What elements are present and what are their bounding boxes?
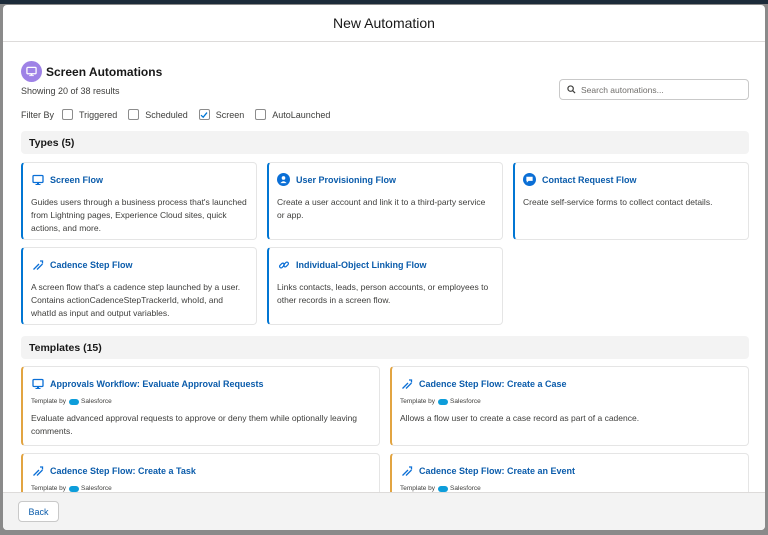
filter-scheduled[interactable]: Scheduled	[128, 109, 188, 120]
filter-option-label: AutoLaunched	[272, 109, 331, 120]
link-icon	[277, 258, 290, 271]
templates-section-header[interactable]: Templates (15)	[21, 336, 749, 359]
filter-screen[interactable]: Screen	[198, 109, 245, 120]
filter-triggered[interactable]: Triggered	[62, 109, 117, 120]
checkbox[interactable]	[62, 109, 74, 120]
card-title: User Provisioning Flow	[296, 174, 397, 185]
template-card-create-an-event[interactable]: Cadence Step Flow: Create an Event Templ…	[390, 453, 749, 493]
card-title: Cadence Step Flow: Create an Event	[419, 465, 576, 476]
cadence-icon	[31, 258, 44, 271]
cadence-icon	[400, 377, 413, 390]
type-card-screen-flow[interactable]: Screen Flow Guides users through a busin…	[21, 162, 257, 240]
filter-option-label: Scheduled	[145, 109, 188, 120]
cadence-icon	[400, 464, 413, 477]
modal-title: New Automation	[333, 15, 435, 31]
salesforce-cloud-icon	[69, 398, 80, 405]
page-title: Screen Automations	[46, 65, 163, 79]
filter-label: Filter By	[21, 109, 55, 120]
filter-option-label: Screen	[215, 109, 245, 120]
template-card-create-a-case[interactable]: Cadence Step Flow: Create a Case Templat…	[390, 366, 749, 446]
template-publisher: Salesforce	[81, 398, 112, 405]
result-count: Showing 20 of 38 results	[21, 86, 120, 96]
filter-row: Filter By Triggered Scheduled Screen Aut…	[21, 109, 341, 120]
card-title: Screen Flow	[50, 174, 104, 185]
template-by: Template by Salesforce	[400, 398, 740, 405]
card-description: Create a user account and link it to a t…	[277, 197, 486, 220]
card-description: Create self-service forms to collect con…	[523, 197, 713, 207]
salesforce-cloud-icon	[438, 398, 449, 405]
card-description: Guides users through a business process …	[31, 197, 247, 233]
contact-request-icon	[523, 173, 536, 186]
checkbox[interactable]	[128, 109, 140, 120]
modal-header: New Automation	[3, 5, 765, 42]
search-icon	[567, 85, 576, 94]
modal-body[interactable]: Screen Automations Showing 20 of 38 resu…	[3, 43, 765, 493]
modal-footer: Back	[3, 492, 765, 530]
card-description: Allows a flow user to create a case reco…	[400, 413, 640, 423]
checkbox[interactable]	[255, 109, 267, 120]
type-card-user-provisioning-flow[interactable]: User Provisioning Flow Create a user acc…	[267, 162, 503, 240]
card-description: Evaluate advanced approval requests to a…	[31, 413, 358, 436]
type-card-cadence-step-flow[interactable]: Cadence Step Flow A screen flow that's a…	[21, 247, 257, 325]
template-card-approvals-workflow[interactable]: Approvals Workflow: Evaluate Approval Re…	[21, 366, 380, 446]
search-input[interactable]	[581, 84, 741, 95]
template-by-label: Template by	[400, 398, 436, 405]
card-description: A screen flow that's a cadence step laun…	[31, 282, 241, 318]
card-title: Approvals Workflow: Evaluate Approval Re…	[50, 378, 264, 389]
screen-icon	[31, 173, 44, 186]
screen-automations-icon	[21, 61, 42, 82]
top-bar	[0, 0, 768, 4]
card-title: Contact Request Flow	[542, 174, 637, 185]
template-publisher: Salesforce	[450, 398, 481, 405]
search-box[interactable]	[559, 79, 749, 100]
template-by-label: Template by	[31, 398, 67, 405]
card-description: Links contacts, leads, person accounts, …	[277, 282, 489, 305]
template-publisher: Salesforce	[81, 485, 112, 492]
screen-icon	[31, 377, 44, 390]
salesforce-cloud-icon	[69, 485, 80, 492]
filter-option-label: Triggered	[79, 109, 118, 120]
back-button[interactable]: Back	[18, 501, 59, 522]
template-by-label: Template by	[400, 485, 436, 492]
template-by-label: Template by	[31, 485, 67, 492]
type-card-contact-request-flow[interactable]: Contact Request Flow Create self-service…	[513, 162, 749, 240]
card-title: Cadence Step Flow: Create a Task	[50, 465, 196, 476]
type-card-individual-object-linking-flow[interactable]: Individual-Object Linking Flow Links con…	[267, 247, 503, 325]
card-title: Cadence Step Flow: Create a Case	[419, 378, 567, 389]
card-title: Cadence Step Flow	[50, 259, 133, 270]
cadence-icon	[31, 464, 44, 477]
user-icon	[277, 173, 290, 186]
salesforce-cloud-icon	[438, 485, 449, 492]
types-section-header[interactable]: Types (5)	[21, 131, 749, 154]
checkmark-icon	[200, 111, 208, 118]
card-title: Individual-Object Linking Flow	[296, 259, 427, 270]
template-by: Template by Salesforce	[31, 398, 371, 405]
template-publisher: Salesforce	[450, 485, 481, 492]
filter-autolaunched[interactable]: AutoLaunched	[255, 109, 330, 120]
template-by: Template by Salesforce	[400, 485, 740, 492]
new-automation-modal: New Automation Screen Automations Showin…	[3, 5, 765, 530]
checkbox-checked[interactable]	[198, 109, 210, 120]
template-by: Template by Salesforce	[31, 485, 371, 492]
template-card-create-a-task[interactable]: Cadence Step Flow: Create a Task Templat…	[21, 453, 380, 493]
